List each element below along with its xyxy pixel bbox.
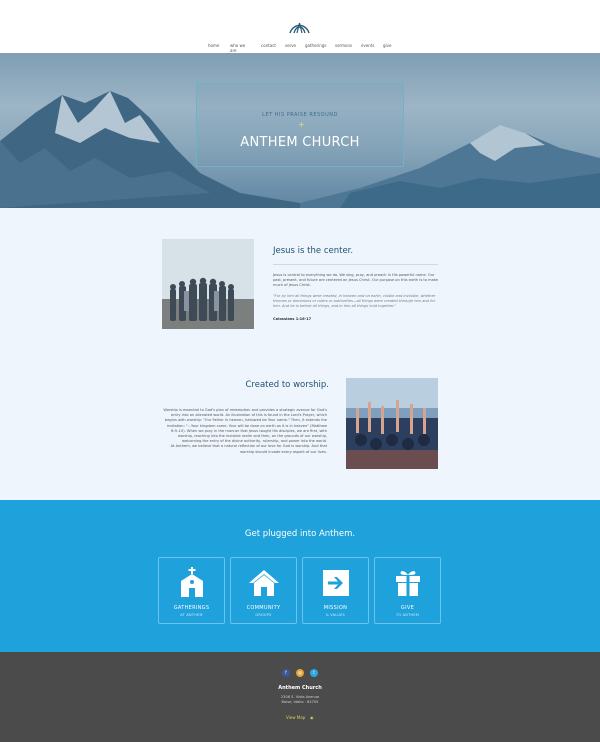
nav-item-sermons[interactable]: sermons bbox=[335, 43, 352, 48]
worship-body-paragraph-2: At Anthem, we believe that a natural ref… bbox=[170, 444, 327, 454]
hero-title-box: LET HIS PRAISE RESOUND + ANTHEM CHURCH bbox=[196, 83, 404, 167]
mission-sub: & VALUES bbox=[325, 613, 346, 617]
mission-label: MISSION bbox=[323, 605, 348, 611]
divider bbox=[273, 264, 438, 265]
main-nav: home who we are contact serve gatherings… bbox=[0, 43, 600, 53]
gift-icon bbox=[396, 571, 420, 596]
church-icon bbox=[181, 567, 203, 597]
hero-plus-ornament: + bbox=[298, 120, 305, 129]
community-sub: GROUPS bbox=[255, 613, 272, 617]
twitter-icon[interactable]: t bbox=[310, 669, 318, 677]
nav-item-give[interactable]: give bbox=[383, 43, 391, 48]
nav-item-serve[interactable]: serve bbox=[285, 43, 296, 48]
give-label: GIVE bbox=[400, 605, 415, 611]
community-label: COMMUNITY bbox=[246, 605, 281, 611]
worship-crowd-photo bbox=[346, 378, 438, 469]
facebook-icon[interactable]: f bbox=[282, 669, 290, 677]
site-footer: f @ t Anthem Church 2306 S. Vista Avenue… bbox=[0, 652, 600, 742]
site-header: home who we are contact serve gatherings… bbox=[0, 0, 600, 53]
hero-title: ANTHEM CHURCH bbox=[240, 135, 360, 150]
gatherings-card[interactable]: GATHERINGS AT ANTHEM bbox=[158, 557, 225, 624]
view-map-link[interactable]: View Map bbox=[286, 715, 305, 720]
worship-body-paragraph: Worship is essential to God's plan of re… bbox=[163, 408, 327, 444]
gatherings-sub: AT ANTHEM bbox=[180, 613, 203, 617]
community-card[interactable]: COMMUNITY GROUPS bbox=[230, 557, 297, 624]
footer-address: 2306 S. Vista Avenue Boise, Idaho · 8370… bbox=[0, 695, 600, 705]
get-plugged-section: Get plugged into Anthem. GATHERINGS AT A… bbox=[0, 500, 600, 652]
nav-item-home[interactable]: home bbox=[208, 43, 219, 48]
give-card[interactable]: GIVE TO ANTHEM bbox=[374, 557, 441, 624]
arrow-right-box-icon bbox=[323, 570, 349, 596]
nav-item-gatherings[interactable]: gatherings bbox=[305, 43, 326, 48]
give-sub: TO ANTHEM bbox=[395, 613, 420, 617]
hero-banner: LET HIS PRAISE RESOUND + ANTHEM CHURCH bbox=[0, 53, 600, 208]
nav-item-who-we-are[interactable]: who we are bbox=[230, 43, 248, 53]
email-icon[interactable]: @ bbox=[296, 669, 304, 677]
footer-church-name: Anthem Church bbox=[278, 685, 322, 691]
get-plugged-heading: Get plugged into Anthem. bbox=[244, 529, 356, 539]
colossians-quote: "For by him all things were created, in … bbox=[273, 294, 436, 309]
group-praying-photo bbox=[162, 239, 254, 329]
about-section: Jesus is the center. Jesus is central to… bbox=[0, 208, 600, 500]
nav-item-events[interactable]: events bbox=[361, 43, 374, 48]
mission-card[interactable]: MISSION & VALUES bbox=[302, 557, 369, 624]
worship-heading: Created to worship. bbox=[245, 380, 330, 390]
house-icon bbox=[249, 570, 279, 596]
footer-address-line2: Boise, Idaho · 83705 bbox=[281, 700, 319, 704]
map-pin-icon[interactable]: ◉ bbox=[310, 715, 314, 720]
jesus-center-body: Jesus is central to everything we do. We… bbox=[273, 273, 438, 288]
anthem-arch-logo-icon[interactable] bbox=[287, 11, 312, 36]
gatherings-label: GATHERINGS bbox=[173, 605, 210, 611]
colossians-reference: Colossians 1:16-17 bbox=[273, 317, 312, 321]
worship-body: Worship is essential to God's plan of re… bbox=[163, 408, 327, 455]
jesus-center-heading: Jesus is the center. bbox=[273, 246, 354, 256]
hero-subtitle: LET HIS PRAISE RESOUND bbox=[262, 112, 338, 118]
nav-item-contact[interactable]: contact bbox=[261, 43, 276, 48]
